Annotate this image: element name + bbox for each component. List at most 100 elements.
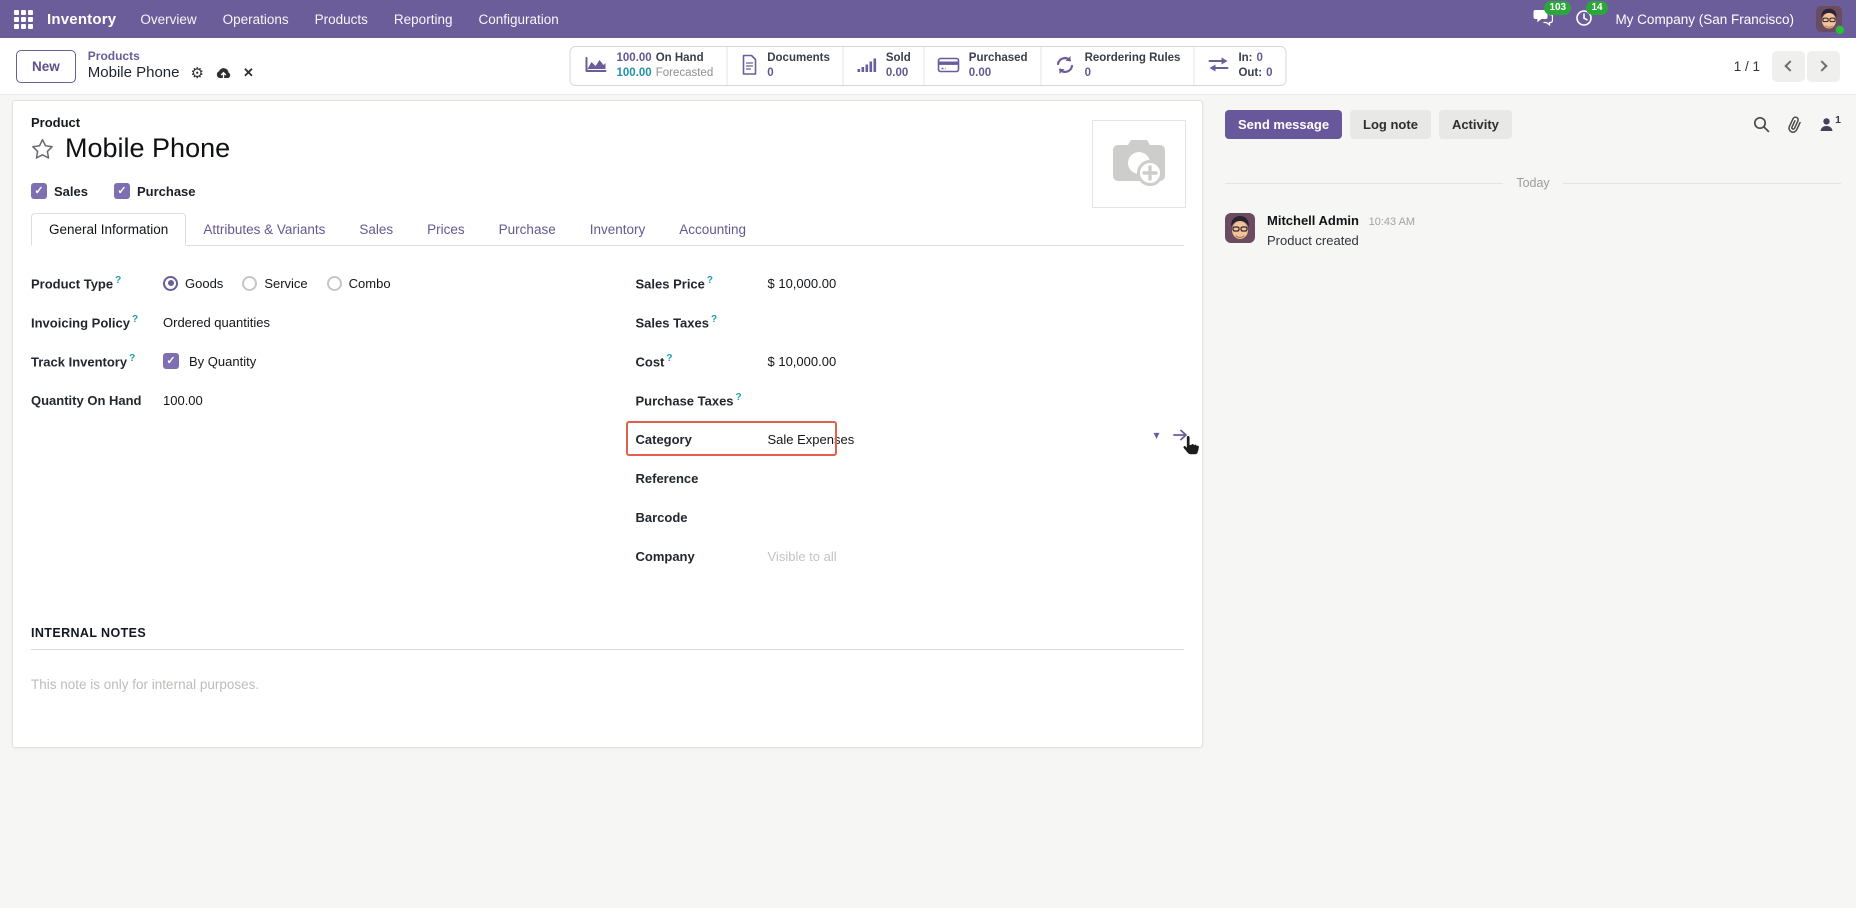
log-note-button[interactable]: Log note [1350, 110, 1431, 139]
chevron-left-icon [1784, 60, 1796, 72]
menu-operations[interactable]: Operations [223, 12, 289, 27]
product-image-upload[interactable] [1092, 120, 1186, 208]
message-author[interactable]: Mitchell Admin [1267, 213, 1359, 228]
purchase-toggle[interactable]: Purchase [113, 183, 196, 199]
field-sales-taxes: Sales Taxes [636, 309, 1185, 335]
chevron-right-icon [1816, 60, 1828, 72]
activity-button[interactable]: Activity [1438, 110, 1512, 139]
cost-value[interactable]: $ 10,000.00 [768, 354, 837, 369]
stat-in-out-button[interactable]: In: 0 Out: 0 [1194, 47, 1286, 85]
invoicing-policy-label: Invoicing Policy [31, 314, 163, 330]
search-messages-icon[interactable] [1753, 116, 1770, 133]
send-message-button[interactable]: Send message [1225, 110, 1343, 139]
sales-checkbox[interactable] [31, 183, 47, 199]
help-icon[interactable] [707, 275, 713, 286]
top-navbar: Inventory Overview Operations Products R… [0, 0, 1856, 38]
category-dropdown-caret-icon[interactable]: ▾ [1154, 428, 1160, 442]
field-reference: Reference [636, 465, 1185, 491]
breadcrumb: Products Mobile Phone ⚙ ✕ [88, 49, 254, 83]
internal-notes-placeholder[interactable]: This note is only for internal purposes. [31, 677, 1184, 692]
message-body: Product created [1267, 232, 1359, 248]
attachment-paperclip-icon[interactable] [1787, 116, 1802, 134]
tab-inventory[interactable]: Inventory [573, 214, 663, 245]
new-button[interactable]: New [16, 49, 76, 83]
pager-previous-button[interactable] [1772, 50, 1805, 82]
tab-accounting[interactable]: Accounting [662, 214, 763, 245]
field-purchase-taxes: Purchase Taxes [636, 387, 1185, 413]
discard-close-icon[interactable]: ✕ [243, 65, 254, 81]
camera-plus-icon [1108, 137, 1170, 192]
tab-attributes-variants[interactable]: Attributes & Variants [186, 214, 342, 245]
purchase-checkbox[interactable] [113, 183, 130, 199]
category-value[interactable]: Sale Expenses [768, 432, 855, 447]
credit-card-icon [937, 57, 960, 76]
date-divider: Today [1225, 176, 1842, 190]
forecasted-label: Forecasted [655, 67, 714, 79]
company-placeholder[interactable]: Visible to all [768, 549, 837, 564]
sold-label: Sold [885, 52, 911, 65]
radio-service[interactable]: Service [242, 275, 308, 291]
help-icon[interactable] [132, 314, 138, 325]
gear-icon[interactable]: ⚙ [191, 66, 204, 81]
help-icon[interactable] [736, 392, 742, 403]
online-status-dot [1835, 25, 1845, 35]
message-author-avatar[interactable] [1225, 213, 1255, 243]
product-type-label: Product Type [31, 275, 163, 291]
category-label: Category [635, 431, 692, 447]
tab-purchase[interactable]: Purchase [482, 214, 573, 245]
breadcrumb-products-link[interactable]: Products [88, 49, 254, 64]
invoicing-policy-value[interactable]: Ordered quantities [163, 315, 270, 330]
favorite-star-icon[interactable] [31, 138, 54, 160]
save-cloud-icon[interactable] [215, 67, 232, 81]
internal-notes-heading: INTERNAL NOTES [31, 626, 1184, 650]
tab-prices[interactable]: Prices [410, 214, 482, 245]
track-inventory-label: Track Inventory [31, 353, 163, 369]
in-value: 0 [1256, 52, 1263, 65]
app-name[interactable]: Inventory [47, 11, 116, 28]
pager-next-button[interactable] [1807, 50, 1840, 82]
menu-overview[interactable]: Overview [140, 12, 196, 27]
field-invoicing-policy: Invoicing Policy Ordered quantities [31, 309, 608, 335]
radio-combo-input[interactable] [326, 275, 342, 291]
menu-configuration[interactable]: Configuration [478, 12, 558, 27]
apps-grid-icon[interactable] [14, 9, 33, 29]
stat-on-hand-button[interactable]: 100.00 On Hand 100.00 Forecasted [570, 47, 728, 85]
radio-goods[interactable]: Goods [163, 275, 223, 291]
stat-button-group: 100.00 On Hand 100.00 Forecasted Documents… [569, 46, 1287, 86]
stat-sold-button[interactable]: Sold 0.00 [843, 47, 925, 85]
menu-reporting[interactable]: Reporting [394, 12, 453, 27]
purchased-label: Purchased [968, 52, 1028, 65]
stat-reordering-button[interactable]: Reordering Rules 0 [1041, 47, 1195, 85]
radio-combo[interactable]: Combo [326, 275, 391, 291]
stat-documents-button[interactable]: Documents 0 [727, 47, 844, 85]
menu-products[interactable]: Products [315, 12, 368, 27]
messages-button[interactable]: 103 [1533, 1, 1572, 29]
company-switcher[interactable]: My Company (San Francisco) [1615, 12, 1794, 27]
stat-purchased-button[interactable]: Purchased 0.00 [924, 47, 1042, 85]
track-inventory-value[interactable]: By Quantity [189, 354, 256, 369]
track-inventory-checkbox[interactable] [163, 353, 179, 369]
product-form-sheet: Product Mobile Phone Sales Purchase [12, 100, 1203, 748]
purchase-taxes-label: Purchase Taxes [636, 392, 768, 408]
in-label: In: [1238, 52, 1253, 65]
record-type-label: Product [31, 115, 81, 130]
help-icon[interactable] [666, 353, 672, 364]
quantity-on-hand-value[interactable]: 100.00 [163, 393, 203, 408]
sales-price-value[interactable]: $ 10,000.00 [768, 276, 837, 291]
activities-button[interactable]: 14 [1575, 0, 1608, 30]
user-avatar[interactable] [1816, 6, 1845, 35]
radio-goods-input[interactable] [163, 275, 178, 291]
company-label: Company [635, 548, 695, 564]
help-icon[interactable] [115, 275, 121, 286]
product-title[interactable]: Mobile Phone [65, 133, 230, 164]
barcode-label: Barcode [635, 509, 688, 525]
help-icon[interactable] [711, 314, 717, 325]
help-icon[interactable] [129, 353, 135, 364]
tab-sales[interactable]: Sales [342, 214, 410, 245]
followers-button[interactable]: 1 [1819, 114, 1841, 132]
sold-value: 0.00 [885, 67, 909, 79]
sales-toggle[interactable]: Sales [31, 183, 88, 199]
radio-service-input[interactable] [242, 275, 258, 291]
forecasted-value: 100.00 [616, 67, 652, 79]
tab-general-information[interactable]: General Information [31, 213, 187, 246]
